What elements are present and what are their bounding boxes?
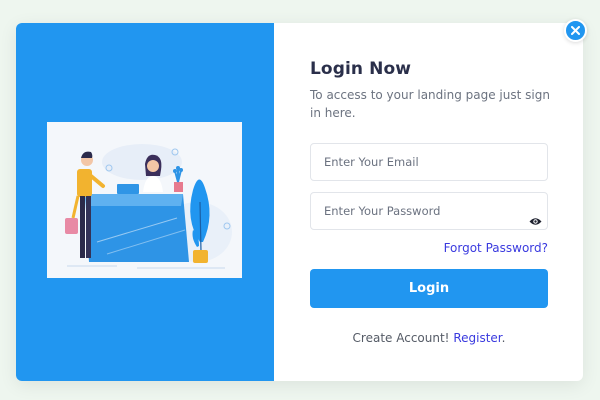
email-field-wrapper — [310, 143, 548, 181]
reception-illustration — [47, 122, 242, 278]
register-suffix: . — [501, 331, 506, 345]
page-title: Login Now — [310, 59, 412, 79]
login-form-panel: Login Now To access to your landing page… — [274, 23, 583, 381]
register-link[interactable]: Register — [453, 331, 501, 345]
register-line: Create Account! Register. — [310, 331, 548, 345]
register-prompt: Create Account! — [352, 331, 450, 345]
password-field-wrapper — [310, 192, 548, 230]
close-button[interactable] — [564, 19, 587, 42]
close-icon — [571, 26, 580, 35]
forgot-password-link[interactable]: Forgot Password? — [444, 241, 548, 255]
password-field[interactable] — [311, 193, 547, 229]
left-panel — [16, 23, 274, 381]
eye-icon[interactable] — [529, 211, 542, 225]
login-subtitle: To access to your landing page just sign… — [310, 88, 550, 120]
email-field[interactable] — [311, 144, 547, 180]
login-modal: Login Now To access to your landing page… — [16, 23, 583, 381]
login-button[interactable]: Login — [310, 269, 548, 308]
